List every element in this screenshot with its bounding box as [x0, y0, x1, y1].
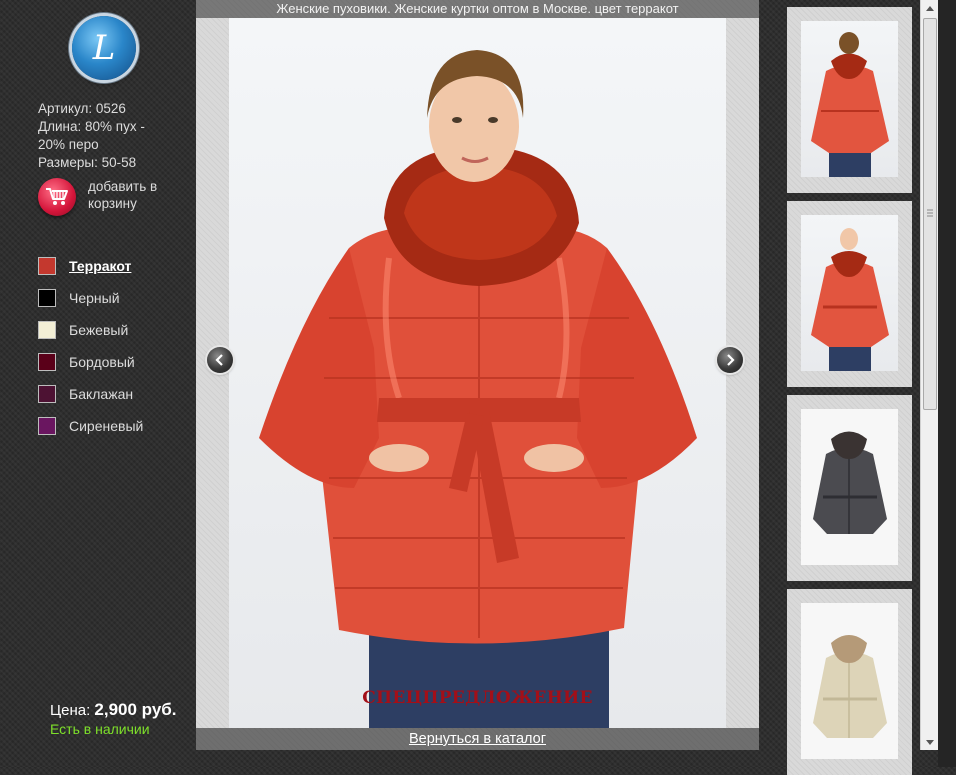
scrollbar-thumb[interactable] — [923, 18, 937, 410]
color-item-lilac[interactable]: Сиреневый — [38, 410, 143, 442]
color-label[interactable]: Баклажан — [69, 386, 133, 402]
grip-icon — [927, 209, 933, 217]
thumbnail-image — [801, 409, 898, 565]
sizes-text: Размеры: 50-58 — [38, 155, 137, 170]
color-label[interactable]: Черный — [69, 290, 120, 306]
add-to-cart-button[interactable]: добавить в корзину — [38, 178, 178, 216]
stock-status: Есть в наличии — [50, 721, 150, 737]
color-swatch[interactable] — [38, 353, 56, 371]
back-bar: Вернуться в каталог — [196, 728, 759, 750]
color-label[interactable]: Терракот — [69, 258, 131, 274]
color-swatch[interactable] — [38, 321, 56, 339]
color-label[interactable]: Бежевый — [69, 322, 128, 338]
arrow-down-icon — [925, 739, 934, 745]
image-viewer: Женские пуховики. Женские куртки оптом в… — [196, 0, 759, 750]
color-item-burgundy[interactable]: Бордовый — [38, 346, 143, 378]
color-swatch[interactable] — [38, 289, 56, 307]
price-label: Цена: — [50, 702, 91, 719]
thumbnail-image — [801, 21, 898, 177]
price-value: 2,900 руб. — [94, 700, 177, 719]
thumbnail-image — [801, 215, 898, 371]
color-item-terracotta[interactable]: Терракот — [38, 250, 143, 282]
article-text: Артикул: 0526 — [38, 101, 126, 116]
color-item-black[interactable]: Черный — [38, 282, 143, 314]
next-image-button[interactable] — [717, 347, 743, 373]
scroll-down-arrow[interactable] — [921, 734, 938, 750]
thumbnail-image — [801, 603, 898, 759]
color-label[interactable]: Бордовый — [69, 354, 135, 370]
add-to-cart-label[interactable]: добавить в корзину — [88, 178, 178, 212]
chevron-left-icon — [215, 354, 223, 366]
color-item-beige[interactable]: Бежевый — [38, 314, 143, 346]
back-to-catalog-link[interactable]: Вернуться в каталог — [409, 731, 546, 747]
cart-icon[interactable] — [38, 178, 76, 216]
color-list: Терракот Черный Бежевый Бордовый Баклажа… — [38, 250, 143, 442]
prev-image-button[interactable] — [207, 347, 233, 373]
special-offer-label: СПЕЦПРЕДЛОЖЕНИЕ — [362, 688, 593, 708]
scroll-up-arrow[interactable] — [921, 0, 938, 16]
arrow-up-icon — [925, 5, 934, 11]
logo-letter: L — [92, 28, 116, 68]
vertical-scrollbar[interactable] — [920, 0, 938, 750]
length-text: Длина: 80% пух - 20% перо — [38, 119, 145, 152]
thumbnail-1[interactable] — [787, 7, 912, 193]
chevron-right-icon — [727, 354, 735, 366]
thumbnail-3[interactable] — [787, 395, 912, 581]
color-item-eggplant[interactable]: Баклажан — [38, 378, 143, 410]
product-info: Артикул: 0526 Длина: 80% пух - 20% перо … — [38, 100, 173, 172]
thumbnail-4[interactable] — [787, 589, 912, 775]
site-logo[interactable]: L — [72, 16, 136, 80]
color-swatch[interactable] — [38, 417, 56, 435]
page-edge — [938, 0, 956, 767]
thumbnail-2[interactable] — [787, 201, 912, 387]
main-product-photo — [229, 18, 726, 728]
viewer-title: Женские пуховики. Женские куртки оптом в… — [196, 0, 759, 18]
price: Цена: 2,900 руб. — [50, 700, 177, 720]
color-swatch[interactable] — [38, 257, 56, 275]
color-swatch[interactable] — [38, 385, 56, 403]
color-label[interactable]: Сиреневый — [69, 418, 143, 434]
